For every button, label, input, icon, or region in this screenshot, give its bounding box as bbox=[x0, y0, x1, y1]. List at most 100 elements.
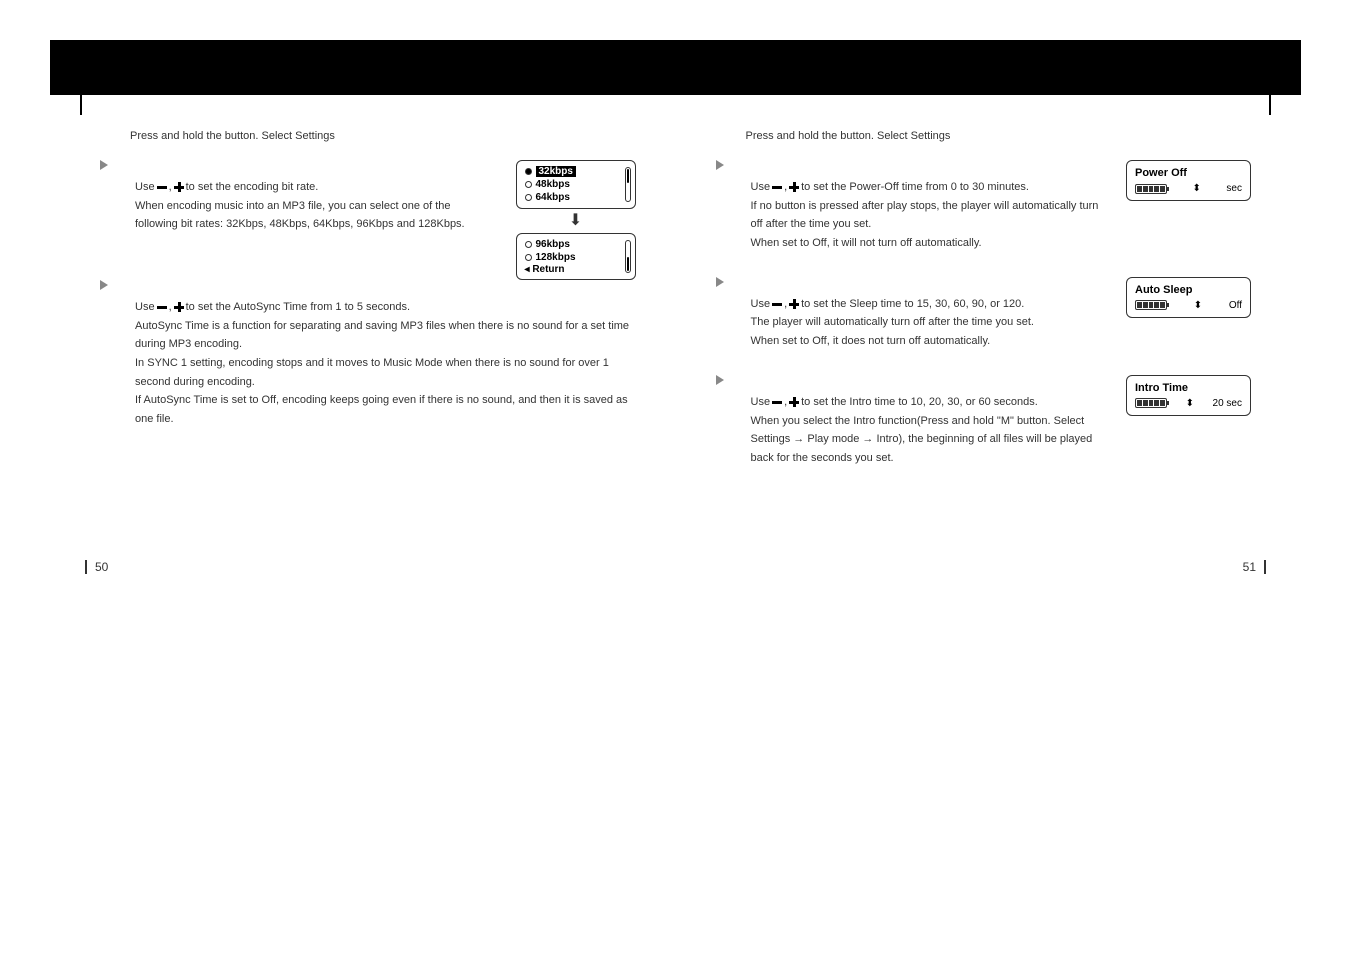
use-pre: Use bbox=[135, 298, 155, 317]
use-pre: Use bbox=[751, 178, 771, 197]
plus-icon bbox=[174, 302, 184, 312]
bitrate-32: 32kbps bbox=[525, 165, 627, 178]
use-pre: Use bbox=[751, 295, 771, 314]
bitrate-128: 128kbps bbox=[525, 251, 627, 264]
autosync-section: Use , to set the AutoSync Time from 1 to… bbox=[100, 280, 636, 429]
use-pre: Use bbox=[135, 178, 155, 197]
radio-icon bbox=[525, 181, 532, 188]
bitrate-text: Use , to set the encoding bit rate. When… bbox=[100, 160, 496, 258]
bitrate-header bbox=[100, 160, 496, 170]
battery-icon bbox=[1135, 300, 1167, 310]
radio-icon bbox=[525, 254, 532, 261]
play-icon bbox=[716, 277, 724, 287]
radio-icon bbox=[525, 194, 532, 201]
autosync-desc1: AutoSync Time is a function for separati… bbox=[135, 317, 636, 354]
subtitle-post: button. Select Settings bbox=[225, 130, 335, 142]
poweroff-header bbox=[716, 160, 1107, 170]
minus-icon bbox=[772, 186, 782, 189]
poweroff-desc2: When set to Off, it will not turn off au… bbox=[751, 234, 1107, 253]
introtime-header bbox=[716, 375, 1107, 385]
poweroff-body: Use , to set the Power-Off time from 0 t… bbox=[716, 178, 1107, 253]
play-icon bbox=[716, 375, 724, 385]
play-icon bbox=[100, 280, 108, 290]
battery-icon bbox=[1135, 184, 1167, 194]
page-number-right: 51 bbox=[1243, 560, 1266, 574]
minus-icon bbox=[772, 303, 782, 306]
play-icon bbox=[716, 160, 724, 170]
introtime-title: Intro Time bbox=[1135, 382, 1242, 394]
autosleep-value-row: ⬍ Off bbox=[1135, 300, 1242, 311]
minus-icon bbox=[157, 306, 167, 309]
subtitle-pre: Press and hold the bbox=[130, 130, 225, 142]
autosync-desc2: In SYNC 1 setting, encoding stops and it… bbox=[135, 354, 636, 391]
radio-filled-icon bbox=[525, 168, 532, 175]
subtitle-pre: Press and hold the bbox=[746, 130, 841, 142]
introtime-section: Use , to set the Intro time to 10, 20, 3… bbox=[716, 375, 1252, 492]
return-item: ◂ Return bbox=[525, 264, 627, 275]
updown-icon: ⬍ bbox=[1193, 183, 1201, 194]
bitrate-32-label: 32kbps bbox=[536, 166, 576, 177]
plus-icon bbox=[789, 299, 799, 309]
autosleep-body: Use , to set the Sleep time to 15, 30, 6… bbox=[716, 295, 1107, 351]
bitrate-96: 96kbps bbox=[525, 238, 627, 251]
radio-icon bbox=[525, 241, 532, 248]
right-subtitle: Press and hold the button. Select Settin… bbox=[716, 130, 1252, 142]
use-post: to set the AutoSync Time from 1 to 5 sec… bbox=[186, 298, 410, 317]
introtime-text: Use , to set the Intro time to 10, 20, 3… bbox=[716, 375, 1107, 492]
bitrate-64-label: 64kbps bbox=[536, 192, 570, 203]
use-post: to set the Power-Off time from 0 to 30 m… bbox=[801, 178, 1029, 197]
use-pre: Use bbox=[751, 393, 771, 412]
scrollbar bbox=[625, 240, 631, 273]
introtime-value-row: ⬍ 20 sec bbox=[1135, 398, 1242, 409]
bitrate-use-line: Use , to set the encoding bit rate. bbox=[135, 178, 496, 197]
plus-icon bbox=[174, 182, 184, 192]
bitrate-screen-stack: 32kbps 48kbps 64kbps ⬇ 96kbps 128kbps ◂ … bbox=[516, 160, 636, 280]
autosleep-value: Off bbox=[1229, 300, 1242, 311]
left-subtitle: Press and hold the button. Select Settin… bbox=[100, 130, 636, 142]
subtitle-post: button. Select Settings bbox=[840, 130, 950, 142]
bitrate-48-label: 48kbps bbox=[536, 179, 570, 190]
autosleep-desc2: When set to Off, it does not turn off au… bbox=[751, 332, 1107, 351]
bitrate-96-label: 96kbps bbox=[536, 239, 570, 250]
poweroff-screen: Power Off ⬍ sec bbox=[1126, 160, 1251, 201]
left-page: Press and hold the button. Select Settin… bbox=[40, 40, 676, 532]
battery-icon bbox=[1135, 398, 1167, 408]
scroll-thumb bbox=[627, 169, 629, 183]
scroll-thumb bbox=[627, 257, 629, 271]
autosync-header bbox=[100, 280, 636, 290]
autosleep-header bbox=[716, 277, 1107, 287]
plus-icon bbox=[789, 182, 799, 192]
autosync-body: Use , to set the AutoSync Time from 1 to… bbox=[100, 298, 636, 429]
autosleep-title: Auto Sleep bbox=[1135, 284, 1242, 296]
page-spread: Press and hold the button. Select Settin… bbox=[0, 0, 1351, 572]
minus-icon bbox=[157, 186, 167, 189]
introtime-desc1: When you select the Intro function(Press… bbox=[751, 412, 1107, 468]
bitrate-body: Use , to set the encoding bit rate. When… bbox=[100, 178, 496, 234]
introtime-screen: Intro Time ⬍ 20 sec bbox=[1126, 375, 1251, 416]
introtime-body: Use , to set the Intro time to 10, 20, 3… bbox=[716, 393, 1107, 468]
introtime-use-line: Use , to set the Intro time to 10, 20, 3… bbox=[751, 393, 1107, 412]
use-post: to set the Sleep time to 15, 30, 60, 90,… bbox=[801, 295, 1024, 314]
updown-icon: ⬍ bbox=[1186, 398, 1194, 409]
right-page: Press and hold the button. Select Settin… bbox=[676, 40, 1312, 532]
page-number-left: 50 bbox=[85, 560, 108, 574]
bitrate-screen-top: 32kbps 48kbps 64kbps bbox=[516, 160, 636, 209]
minus-icon bbox=[772, 401, 782, 404]
introtime-value: 20 sec bbox=[1213, 398, 1242, 409]
bitrate-64: 64kbps bbox=[525, 191, 627, 204]
plus-icon bbox=[789, 397, 799, 407]
use-post: to set the encoding bit rate. bbox=[186, 178, 319, 197]
autosleep-desc1: The player will automatically turn off a… bbox=[751, 313, 1107, 332]
bitrate-desc: When encoding music into an MP3 file, yo… bbox=[135, 197, 496, 234]
bitrate-screen-bottom: 96kbps 128kbps ◂ Return bbox=[516, 233, 636, 280]
bitrate-48: 48kbps bbox=[525, 178, 627, 191]
updown-icon: ⬍ bbox=[1194, 300, 1202, 311]
autosleep-section: Use , to set the Sleep time to 15, 30, 6… bbox=[716, 277, 1252, 375]
poweroff-text: Use , to set the Power-Off time from 0 t… bbox=[716, 160, 1107, 277]
autosleep-screen: Auto Sleep ⬍ Off bbox=[1126, 277, 1251, 318]
autosleep-use-line: Use , to set the Sleep time to 15, 30, 6… bbox=[751, 295, 1107, 314]
autosync-use-line: Use , to set the AutoSync Time from 1 to… bbox=[135, 298, 636, 317]
poweroff-title: Power Off bbox=[1135, 167, 1242, 179]
scrollbar bbox=[625, 167, 631, 202]
poweroff-value-row: ⬍ sec bbox=[1135, 183, 1242, 194]
